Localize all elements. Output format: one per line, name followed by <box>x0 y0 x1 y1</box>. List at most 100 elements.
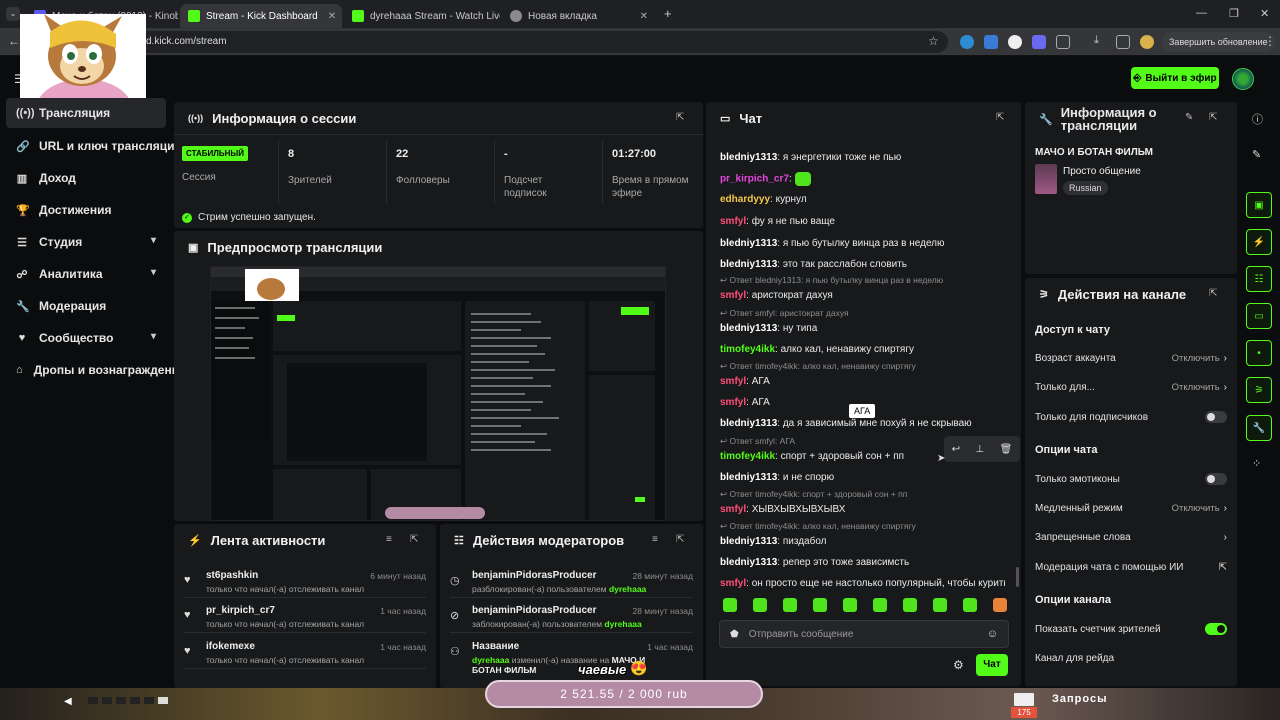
pin-icon[interactable]: ⊥ <box>975 444 984 455</box>
chat-message[interactable]: bledniy1313: пиздабол <box>720 535 1005 548</box>
stream-category[interactable]: Просто общение <box>1063 166 1141 177</box>
sidebar-item-drops[interactable]: ⌂ Дропы и вознаграждения <box>6 355 186 385</box>
actions-toggle-icon[interactable]: ⚞ <box>1246 377 1272 403</box>
chat-input[interactable]: ⬟ Отправить сообщение ☺ <box>719 620 1009 648</box>
extension-icon[interactable] <box>1008 35 1022 49</box>
chat-message[interactable]: timofey4ikk: алко кал, ненавижу спиртягу <box>720 343 1005 356</box>
chat-message[interactable]: smfyl: он просто еще не настолько популя… <box>720 577 1005 590</box>
chat-username[interactable]: bledniy1313 <box>720 536 777 547</box>
chat-message[interactable]: bledniy1313: да я зависимый мне похуй я … <box>720 417 1005 430</box>
activity-username[interactable]: st6pashkin <box>206 570 258 581</box>
activity-username[interactable]: pr_kirpich_cr7 <box>206 605 275 616</box>
quick-emote-icon[interactable] <box>843 598 857 612</box>
filter-icon[interactable]: ≡ <box>652 534 658 545</box>
maximize-button[interactable]: ❐ <box>1229 7 1239 20</box>
chat-username[interactable]: smfyl <box>720 290 746 301</box>
popout-icon[interactable]: ⇱ <box>410 534 418 545</box>
extension-icon[interactable] <box>960 35 974 49</box>
chat-scrollbar[interactable] <box>1016 567 1019 587</box>
chat-username[interactable]: edhardyyy <box>720 194 770 205</box>
popout-icon[interactable]: ⇱ <box>1209 288 1217 299</box>
chat-username[interactable]: smfyl <box>720 504 746 515</box>
profile-avatar[interactable] <box>1140 35 1154 49</box>
moderator-name[interactable]: dyrehaaa <box>604 619 641 629</box>
moderator-name[interactable]: dyrehaaa <box>609 584 646 594</box>
trash-icon[interactable]: 🗑 <box>1000 444 1013 455</box>
sidebar-item-analytics[interactable]: ☍ Аналитика ▾ <box>6 259 166 289</box>
chat-message[interactable]: smfyl: ХЫВХЫВХЫВХЫВХ <box>720 503 1005 516</box>
update-button[interactable]: Завершить обновление <box>1162 32 1275 52</box>
chat-message[interactable]: bledniy1313: я пью бутылку винца раз в н… <box>720 237 1005 250</box>
popout-icon[interactable]: ⇱ <box>676 112 684 123</box>
quick-emote-icon[interactable] <box>933 598 947 612</box>
chat-message[interactable]: pr_kirpich_cr7: <box>720 172 1005 186</box>
activity-username[interactable]: ifokemexe <box>206 641 255 652</box>
close-tab-icon[interactable]: ✕ <box>324 11 336 22</box>
chat-message[interactable]: bledniy1313: ну типа <box>720 322 1005 335</box>
url-input[interactable]: d.kick.com/stream <box>38 31 948 53</box>
filter-icon[interactable]: ≡ <box>386 534 392 545</box>
moderator-name[interactable]: dyrehaaa <box>472 655 509 665</box>
chat-message[interactable]: bledniy1313: репер это тоже зависимсть <box>720 556 1005 569</box>
chat-toggle-icon[interactable]: ▭ <box>1246 303 1272 329</box>
chat-message[interactable]: edhardyyy: курнул <box>720 193 1005 206</box>
chat-username[interactable]: pr_kirpich_cr7 <box>720 174 789 185</box>
chat-settings-gear-icon[interactable]: ⚙ <box>953 658 964 672</box>
chat-message[interactable]: smfyl: фу я не пью ваще <box>720 215 1005 228</box>
back-arrow-icon[interactable]: ← <box>8 34 20 48</box>
ai-moderation-row[interactable]: Модерация чата с помощью ИИ ⇱ <box>1035 556 1227 578</box>
sidebar-item-achievements[interactable]: 🏆 Достижения <box>6 195 166 225</box>
emoji-icon[interactable]: ☺ <box>987 628 998 640</box>
popout-icon[interactable]: ⇱ <box>1209 112 1217 123</box>
chat-username[interactable]: smfyl <box>720 578 746 589</box>
quick-emote-icon[interactable] <box>963 598 977 612</box>
edit-pencil-icon[interactable]: ✎ <box>1185 112 1193 123</box>
chat-username[interactable]: timofey4ikk <box>720 451 775 462</box>
mod-action-user[interactable]: benjaminPidorasProducer <box>472 570 596 581</box>
chat-username[interactable]: bledniy1313 <box>720 323 777 334</box>
lightning-toggle-icon[interactable]: ⚡ <box>1246 229 1272 255</box>
shield-icon[interactable]: ⬟ <box>730 629 739 640</box>
preview-toggle-icon[interactable]: ▣ <box>1246 192 1272 218</box>
quick-emote-icon[interactable] <box>723 598 737 612</box>
quick-emote-icon[interactable] <box>873 598 887 612</box>
browser-tab[interactable]: dyrehaaa Stream - Watch Live o ✕ <box>344 4 500 28</box>
chat-username[interactable]: bledniy1313 <box>720 418 777 429</box>
send-chat-button[interactable]: Чат <box>976 654 1008 676</box>
reply-icon[interactable]: ↩ <box>952 444 960 455</box>
chat-message[interactable]: smfyl: аристократ дахуя <box>720 289 1005 302</box>
chat-username[interactable]: smfyl <box>720 397 746 408</box>
download-icon[interactable]: ⤓ <box>1094 34 1099 47</box>
sidebar-item-moderation[interactable]: 🔧 Модерация <box>6 291 166 321</box>
chat-username[interactable]: bledniy1313 <box>720 557 777 568</box>
minimize-button[interactable]: — <box>1196 7 1207 19</box>
chat-username[interactable]: timofey4ikk <box>720 344 775 355</box>
chat-message[interactable]: smfyl: АГА <box>720 375 1005 388</box>
chat-username[interactable]: bledniy1313 <box>720 152 777 163</box>
chat-message[interactable]: bledniy1313: и не спорю <box>720 471 1005 484</box>
popout-icon[interactable]: ⇱ <box>676 534 684 545</box>
puzzle-icon[interactable] <box>1056 35 1070 49</box>
user-avatar[interactable] <box>1232 68 1254 90</box>
slow-mode-row[interactable]: Медленный режим Отключить › <box>1035 497 1227 519</box>
broadcast-toggle-icon[interactable]: • <box>1246 340 1272 366</box>
pencil-icon[interactable]: ✎ <box>1252 148 1261 161</box>
mod-action-user[interactable]: benjaminPidorasProducer <box>472 605 596 616</box>
bookmark-star-icon[interactable]: ☆ <box>928 34 939 48</box>
banned-words-row[interactable]: Запрещенные слова › <box>1035 526 1227 548</box>
info-icon[interactable]: ⓘ <box>1252 111 1263 127</box>
subs-only-toggle[interactable] <box>1205 411 1227 423</box>
list-toggle-icon[interactable]: ☷ <box>1246 266 1272 292</box>
popout-icon[interactable]: ⇱ <box>996 112 1004 123</box>
emotes-only-toggle[interactable] <box>1205 473 1227 485</box>
quick-emote-icon[interactable] <box>783 598 797 612</box>
account-age-row[interactable]: Возраст аккаунта Отключить › <box>1035 347 1227 369</box>
quick-emote-icon[interactable] <box>813 598 827 612</box>
download-extension-icon[interactable] <box>984 35 998 49</box>
browser-tab-active[interactable]: Stream - Kick Dashboard ✕ <box>180 4 342 28</box>
browser-tab[interactable]: Новая вкладка ✕ <box>502 4 656 28</box>
add-widget-icon[interactable]: ⁘ <box>1252 457 1261 470</box>
wrench-toggle-icon[interactable]: 🔧 <box>1246 415 1272 441</box>
sidebar-item-community[interactable]: ♥ Сообщество ▾ <box>6 323 166 353</box>
sidebar-item-url-key[interactable]: 🔗 URL и ключ трансляции <box>6 131 182 161</box>
